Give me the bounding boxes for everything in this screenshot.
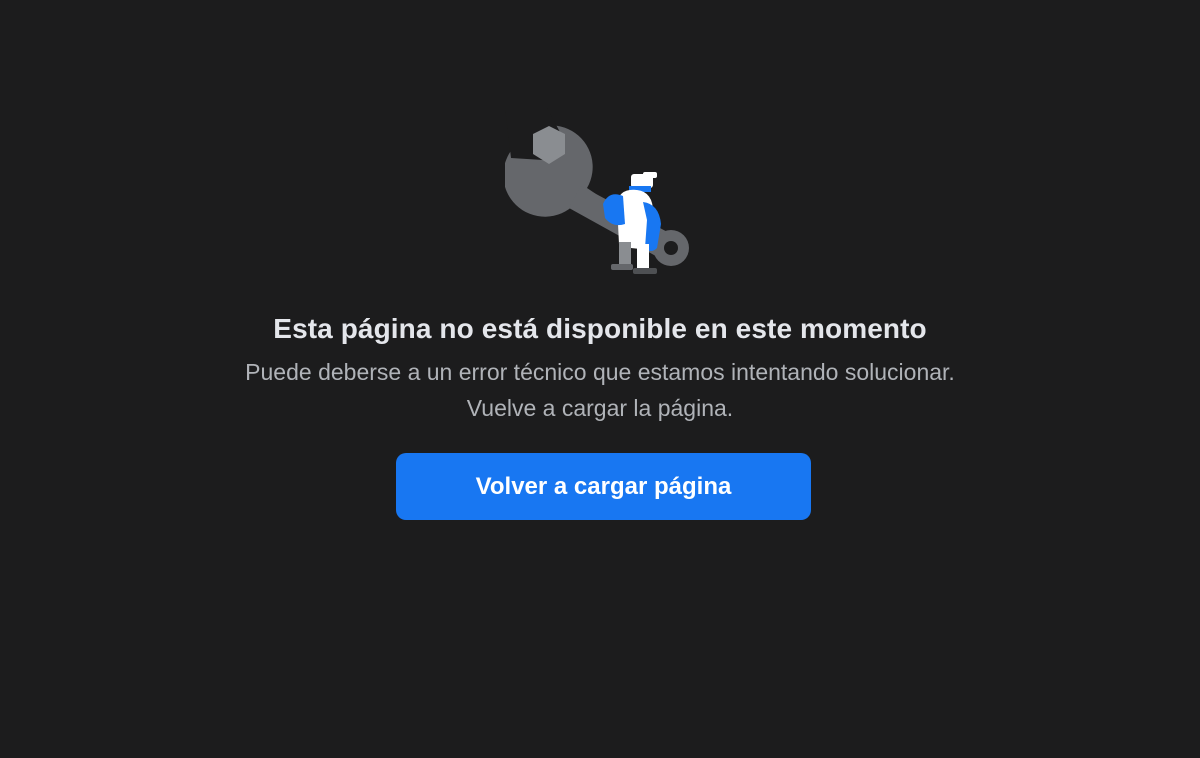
error-description: Puede deberse a un error técnico que est… — [245, 359, 955, 421]
error-page: Esta página no está disponible en este m… — [0, 0, 1200, 758]
wrench-worker-illustration-icon — [503, 104, 705, 288]
page-title: Esta página no está disponible en este m… — [273, 313, 927, 344]
reload-page-button[interactable]: Volver a cargar página — [396, 453, 811, 520]
